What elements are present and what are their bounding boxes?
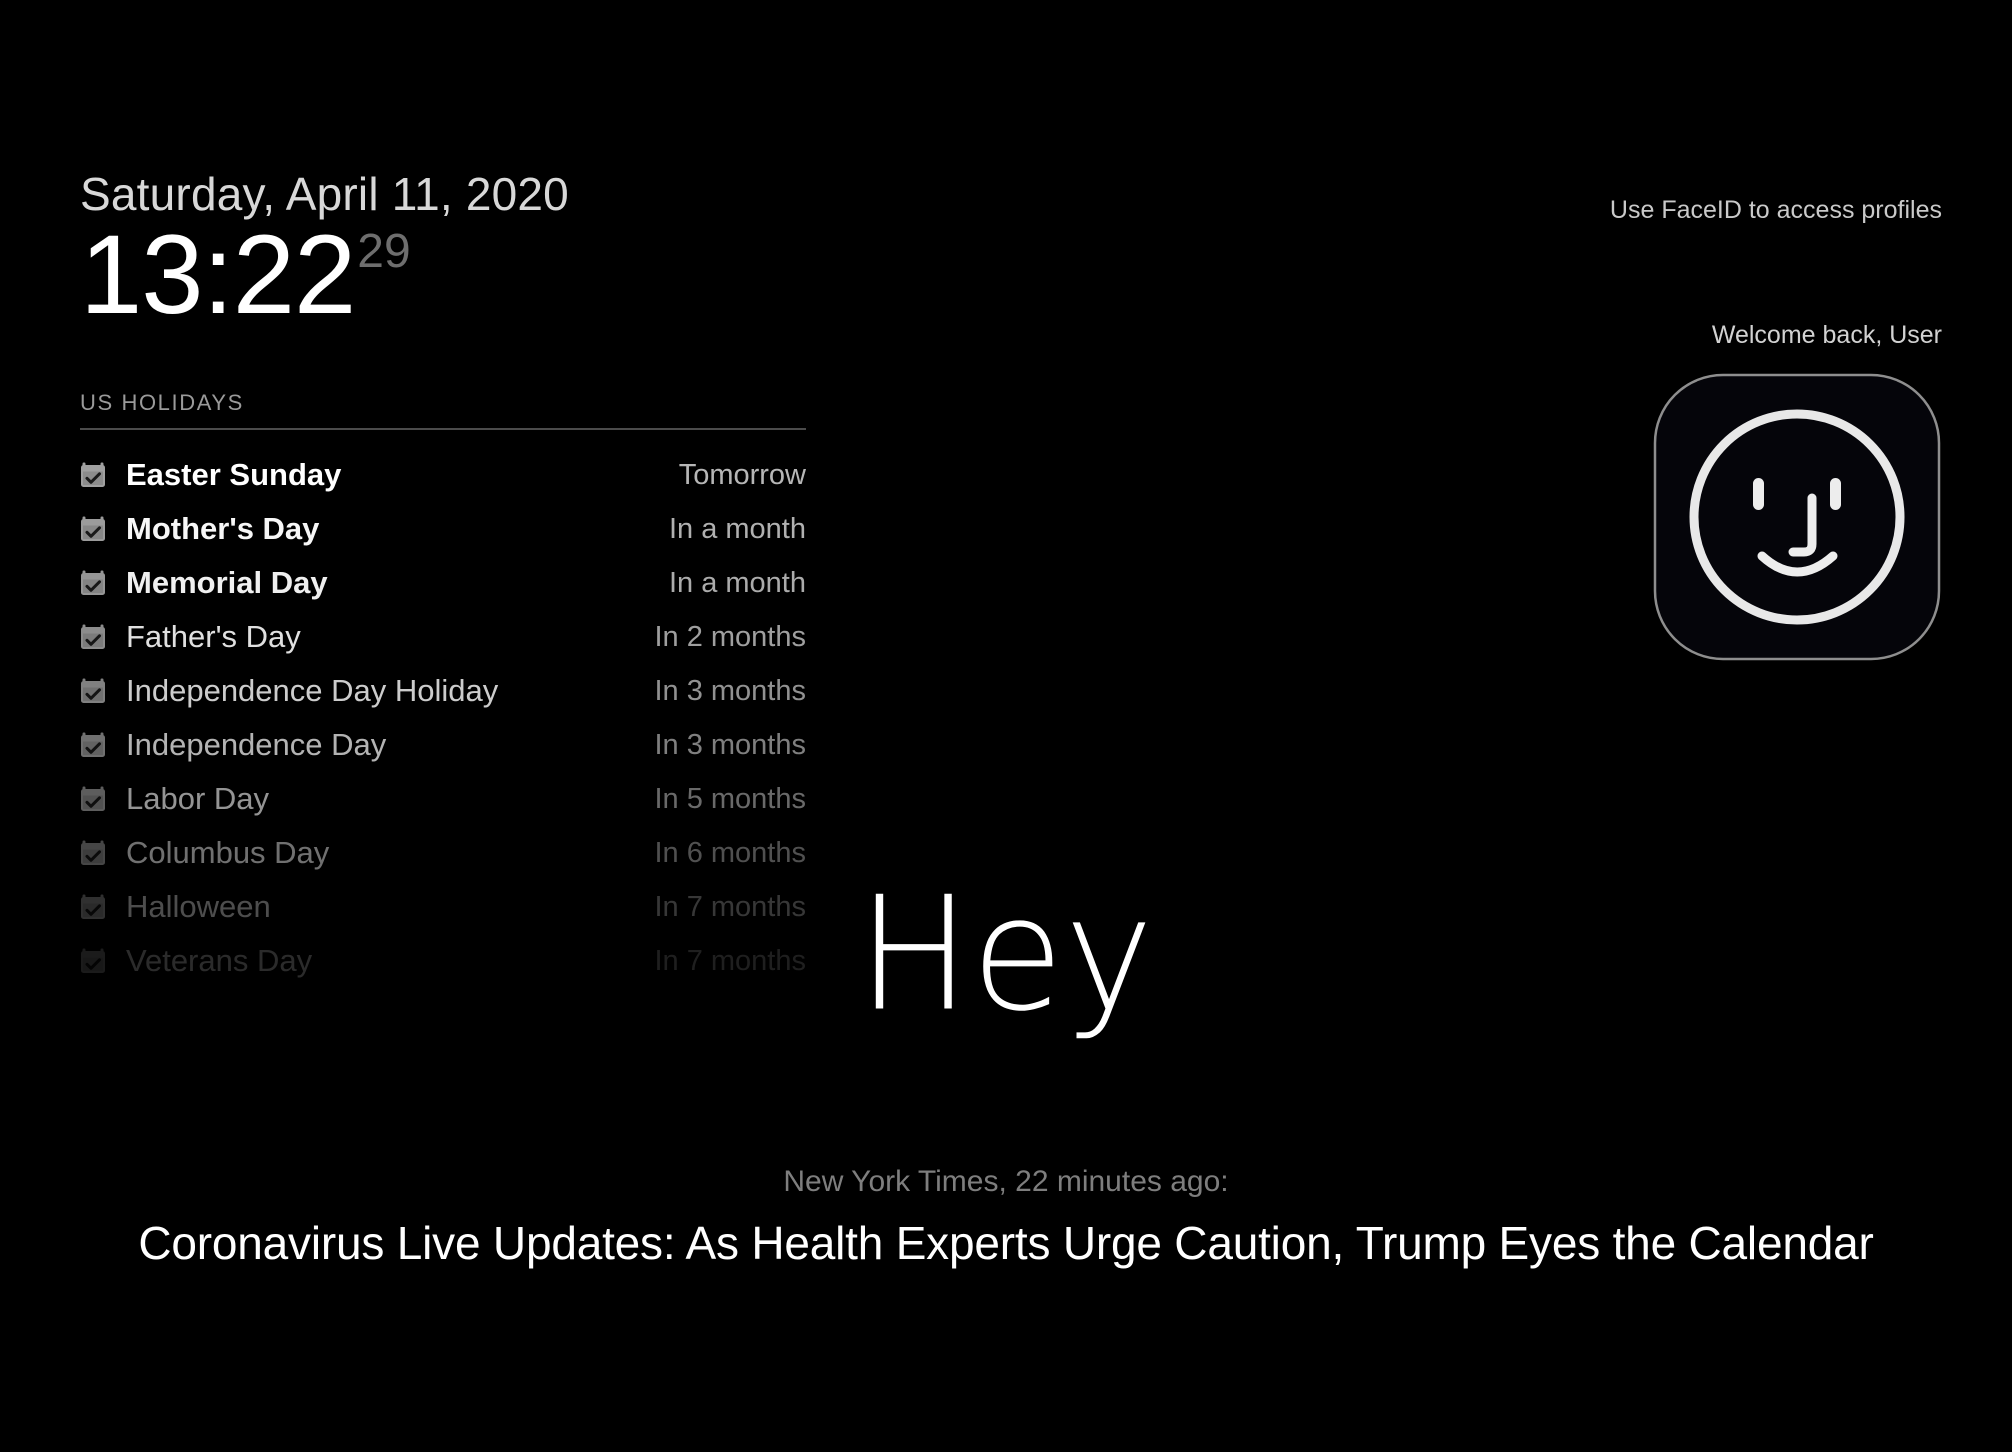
calendar-check-icon [80,786,106,812]
calendar-check-icon [80,462,106,488]
holiday-name: Independence Day Holiday [126,673,499,709]
holiday-name: Mother's Day [126,511,320,547]
faceid-icon-container[interactable] [1382,372,1942,662]
news-widget[interactable]: New York Times, 22 minutes ago: Coronavi… [110,1165,1902,1273]
calendar-check-icon [80,678,106,704]
list-item[interactable]: Father's Day In 2 months [80,610,806,664]
calendar-check-icon [80,570,106,596]
news-source: New York Times, 22 minutes ago: [783,1165,1229,1198]
calendar-check-icon [80,516,106,542]
current-date: Saturday, April 11, 2020 [80,168,569,220]
holiday-when: In 2 months [654,620,806,653]
holiday-name: Labor Day [126,781,270,817]
holiday-when: In 6 months [654,836,806,869]
clock-seconds: 29 [357,225,411,279]
list-item[interactable]: Columbus Day In 6 months [80,826,806,880]
list-item[interactable]: Labor Day In 5 months [80,772,806,826]
holiday-when: Tomorrow [678,458,806,491]
holiday-name: Columbus Day [126,835,330,871]
calendar-check-icon [80,840,106,866]
holiday-when: In a month [668,566,806,599]
holidays-divider [80,428,806,431]
faceid-hint-text: Use FaceID to access profiles [1609,196,1942,224]
clock-time: 13:22 [80,212,356,338]
holidays-section-title: US HOLIDAYS [80,390,244,416]
calendar-check-icon [80,624,106,650]
list-item[interactable]: Mother's Day In a month [80,502,806,556]
list-item[interactable]: Independence Day In 3 months [80,718,806,772]
list-item[interactable]: Easter Sunday Tomorrow [80,448,806,502]
holiday-name: Independence Day [126,727,387,763]
calendar-check-icon [80,732,106,758]
holiday-name: Easter Sunday [126,457,342,493]
greeting-text: Hey [857,863,1155,1047]
list-item[interactable]: Independence Day Holiday In 3 months [80,664,806,718]
list-item[interactable]: Memorial Day In a month [80,556,806,610]
holiday-when: In 5 months [654,782,806,815]
faceid-face-icon[interactable] [1652,372,1942,662]
news-headline[interactable]: Coronavirus Live Updates: As Health Expe… [110,1215,1902,1273]
holiday-when: In a month [668,512,806,545]
holiday-name: Memorial Day [126,565,328,601]
holiday-name: Father's Day [126,619,301,655]
profile-panel: Use FaceID to access profiles Welcome ba… [1382,196,1942,662]
welcome-message: Welcome back, User [1711,321,1942,349]
holiday-when: In 3 months [654,728,806,761]
clock: 13:22 29 [80,212,820,338]
clock-and-holidays-panel: Saturday, April 11, 2020 13:22 29 US HOL… [80,170,820,988]
holiday-when: In 3 months [654,674,806,707]
